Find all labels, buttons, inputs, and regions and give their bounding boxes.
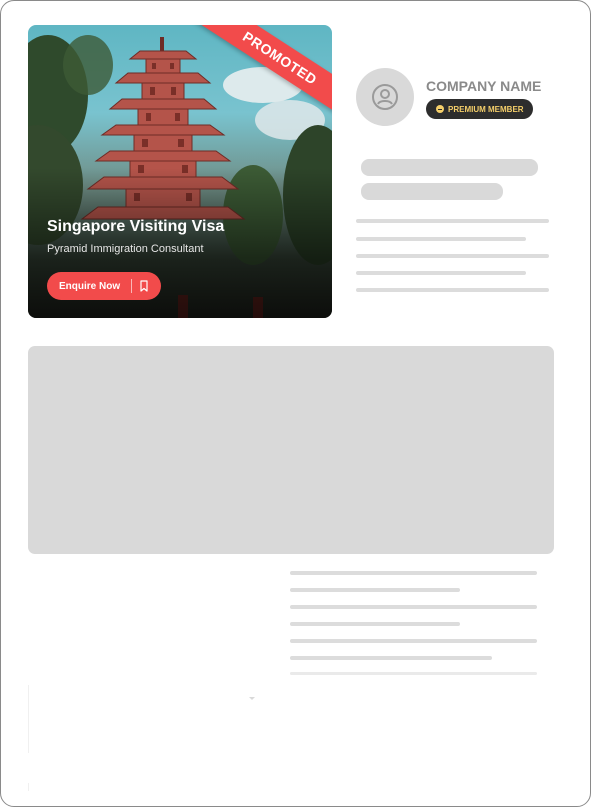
caret-icon [249,697,255,700]
user-icon [372,84,398,110]
company-name[interactable]: COMPANY NAME [426,78,541,94]
premium-member-label: PREMIUM MEMBER [448,104,524,114]
premium-member-badge: PREMIUM MEMBER [426,99,533,119]
promoted-label: PROMOTED [187,25,332,126]
page-frame: PROMOTED Singapore Visiting Visa Pyramid… [0,0,591,807]
skeleton-line [290,622,460,626]
skeleton-line [356,254,549,258]
skeleton-line [356,271,526,275]
promo-card[interactable]: PROMOTED Singapore Visiting Visa Pyramid… [28,25,332,318]
promo-subtitle: Pyramid Immigration Consultant [47,243,204,255]
skeleton-line [290,672,537,675]
promoted-ribbon: PROMOTED [172,25,332,135]
faint-divider [28,685,29,753]
enquire-now-label: Enquire Now [59,280,121,292]
skeleton-pill [361,183,503,200]
promo-title[interactable]: Singapore Visiting Visa [47,218,224,236]
skeleton-line [290,656,492,660]
skeleton-line [290,639,537,643]
image-placeholder [28,346,554,554]
skeleton-line [356,237,526,241]
faint-divider [28,783,29,791]
enquire-now-button[interactable]: Enquire Now [47,272,161,300]
button-divider [131,279,132,293]
skeleton-line [356,288,549,292]
company-avatar[interactable] [356,68,414,126]
skeleton-line [290,571,537,575]
skeleton-line [356,219,549,223]
skeleton-line [290,588,460,592]
badge-icon [436,105,444,113]
skeleton-line [290,605,537,609]
bookmark-icon[interactable] [139,280,149,292]
skeleton-pill [361,159,538,176]
